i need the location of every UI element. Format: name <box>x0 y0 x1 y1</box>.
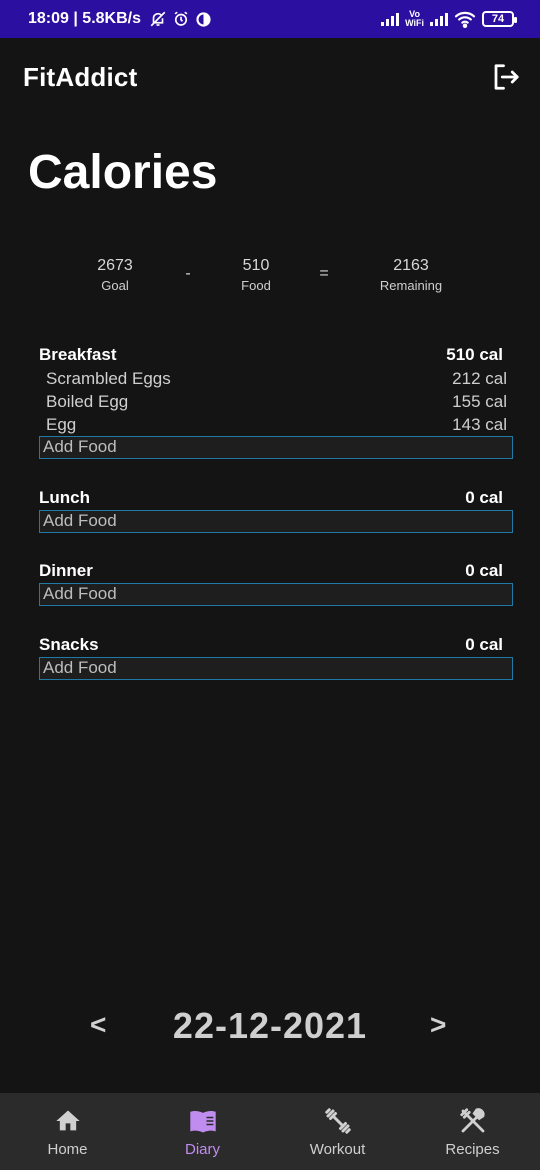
app-title: FitAddict <box>23 61 138 92</box>
add-food-button-snacks[interactable]: Add Food <box>39 657 513 680</box>
vpn-icon <box>196 11 211 27</box>
current-date: 22-12-2021 <box>172 1005 368 1046</box>
nav-item-workout[interactable]: Workout <box>270 1093 405 1170</box>
dumbbell-icon <box>323 1106 353 1136</box>
meal-calories: 0 cal <box>465 488 503 507</box>
date-navigation: < 22-12-2021 > <box>0 1005 540 1051</box>
remaining-summary: 2163 Remaining <box>380 255 442 295</box>
logout-button[interactable] <box>490 61 522 93</box>
meal-header: Dinner 0 cal <box>39 559 513 583</box>
meal-name: Dinner <box>39 561 93 580</box>
book-icon <box>188 1106 218 1136</box>
remaining-value: 2163 <box>393 257 429 274</box>
goal-summary: 2673 Goal <box>97 255 133 295</box>
calorie-summary: 2673 Goal - 510 Food = 2163 Remaining <box>0 255 540 305</box>
nav-item-home[interactable]: Home <box>0 1093 135 1170</box>
food-item[interactable]: Scrambled Eggs 212 cal <box>39 367 513 390</box>
alarm-icon <box>174 11 188 26</box>
meal-breakfast: Breakfast 510 cal Scrambled Eggs 212 cal… <box>39 343 513 459</box>
battery-icon: 74 <box>482 11 517 27</box>
status-icons-left <box>149 10 212 28</box>
battery-level: 74 <box>491 13 505 25</box>
status-left: 18:09 | 5.8KB/s <box>28 10 212 28</box>
status-bar: 18:09 | 5.8KB/s Vo WiFi 74 <box>0 0 540 38</box>
status-right: Vo WiFi 74 <box>381 10 517 28</box>
next-date-button[interactable]: > <box>430 1009 446 1041</box>
meal-lunch: Lunch 0 cal Add Food <box>39 486 513 533</box>
meal-snacks: Snacks 0 cal Add Food <box>39 633 513 680</box>
add-food-button-lunch[interactable]: Add Food <box>39 510 513 533</box>
goal-label: Goal <box>101 278 129 293</box>
meal-name: Breakfast <box>39 345 117 364</box>
add-food-button-dinner[interactable]: Add Food <box>39 583 513 606</box>
food-name: Egg <box>46 414 77 434</box>
food-label: Food <box>241 278 271 293</box>
nav-label: Diary <box>184 1141 220 1158</box>
food-calories: 155 cal <box>452 391 507 411</box>
add-food-button-breakfast[interactable]: Add Food <box>39 436 513 459</box>
meal-header: Breakfast 510 cal <box>39 343 513 367</box>
food-value: 510 <box>242 257 270 274</box>
nav-label: Home <box>47 1141 88 1158</box>
vowifi-indicator: Vo WiFi <box>405 10 424 28</box>
status-time-speed: 18:09 | 5.8KB/s <box>28 10 141 27</box>
goal-value: 2673 <box>97 257 133 274</box>
meal-header: Lunch 0 cal <box>39 486 513 510</box>
signal-icon-2 <box>430 12 448 26</box>
bell-muted-icon <box>150 11 166 27</box>
food-calories: 143 cal <box>452 414 507 434</box>
wifi-label: WiFi <box>405 18 424 28</box>
food-calories: 212 cal <box>452 368 507 388</box>
food-name: Scrambled Eggs <box>46 368 171 388</box>
wifi-icon <box>454 11 476 28</box>
signal-icon <box>381 12 400 26</box>
minus-operator: - <box>185 265 191 282</box>
nav-item-diary[interactable]: Diary <box>135 1093 270 1170</box>
meal-name: Snacks <box>39 635 99 654</box>
page-title: Calories <box>28 146 218 199</box>
nav-label: Workout <box>309 1141 366 1158</box>
logout-icon <box>494 64 519 90</box>
utensils-icon <box>458 1106 488 1136</box>
app-bar: FitAddict <box>0 38 540 116</box>
meal-calories: 0 cal <box>465 635 503 654</box>
meal-header: Snacks 0 cal <box>39 633 513 657</box>
food-summary: 510 Food <box>241 255 271 295</box>
food-item[interactable]: Boiled Egg 155 cal <box>39 390 513 413</box>
home-icon <box>53 1106 83 1136</box>
nav-item-recipes[interactable]: Recipes <box>405 1093 540 1170</box>
equals-operator: = <box>319 265 329 282</box>
meal-calories: 510 cal <box>446 345 503 364</box>
bottom-navigation: Home Diary Workout Recipes <box>0 1093 540 1170</box>
food-item[interactable]: Egg 143 cal <box>39 413 513 436</box>
meal-dinner: Dinner 0 cal Add Food <box>39 559 513 606</box>
meal-name: Lunch <box>39 488 90 507</box>
nav-label: Recipes <box>445 1141 500 1158</box>
food-name: Boiled Egg <box>46 391 129 411</box>
remaining-label: Remaining <box>379 278 443 293</box>
meal-calories: 0 cal <box>465 561 503 580</box>
